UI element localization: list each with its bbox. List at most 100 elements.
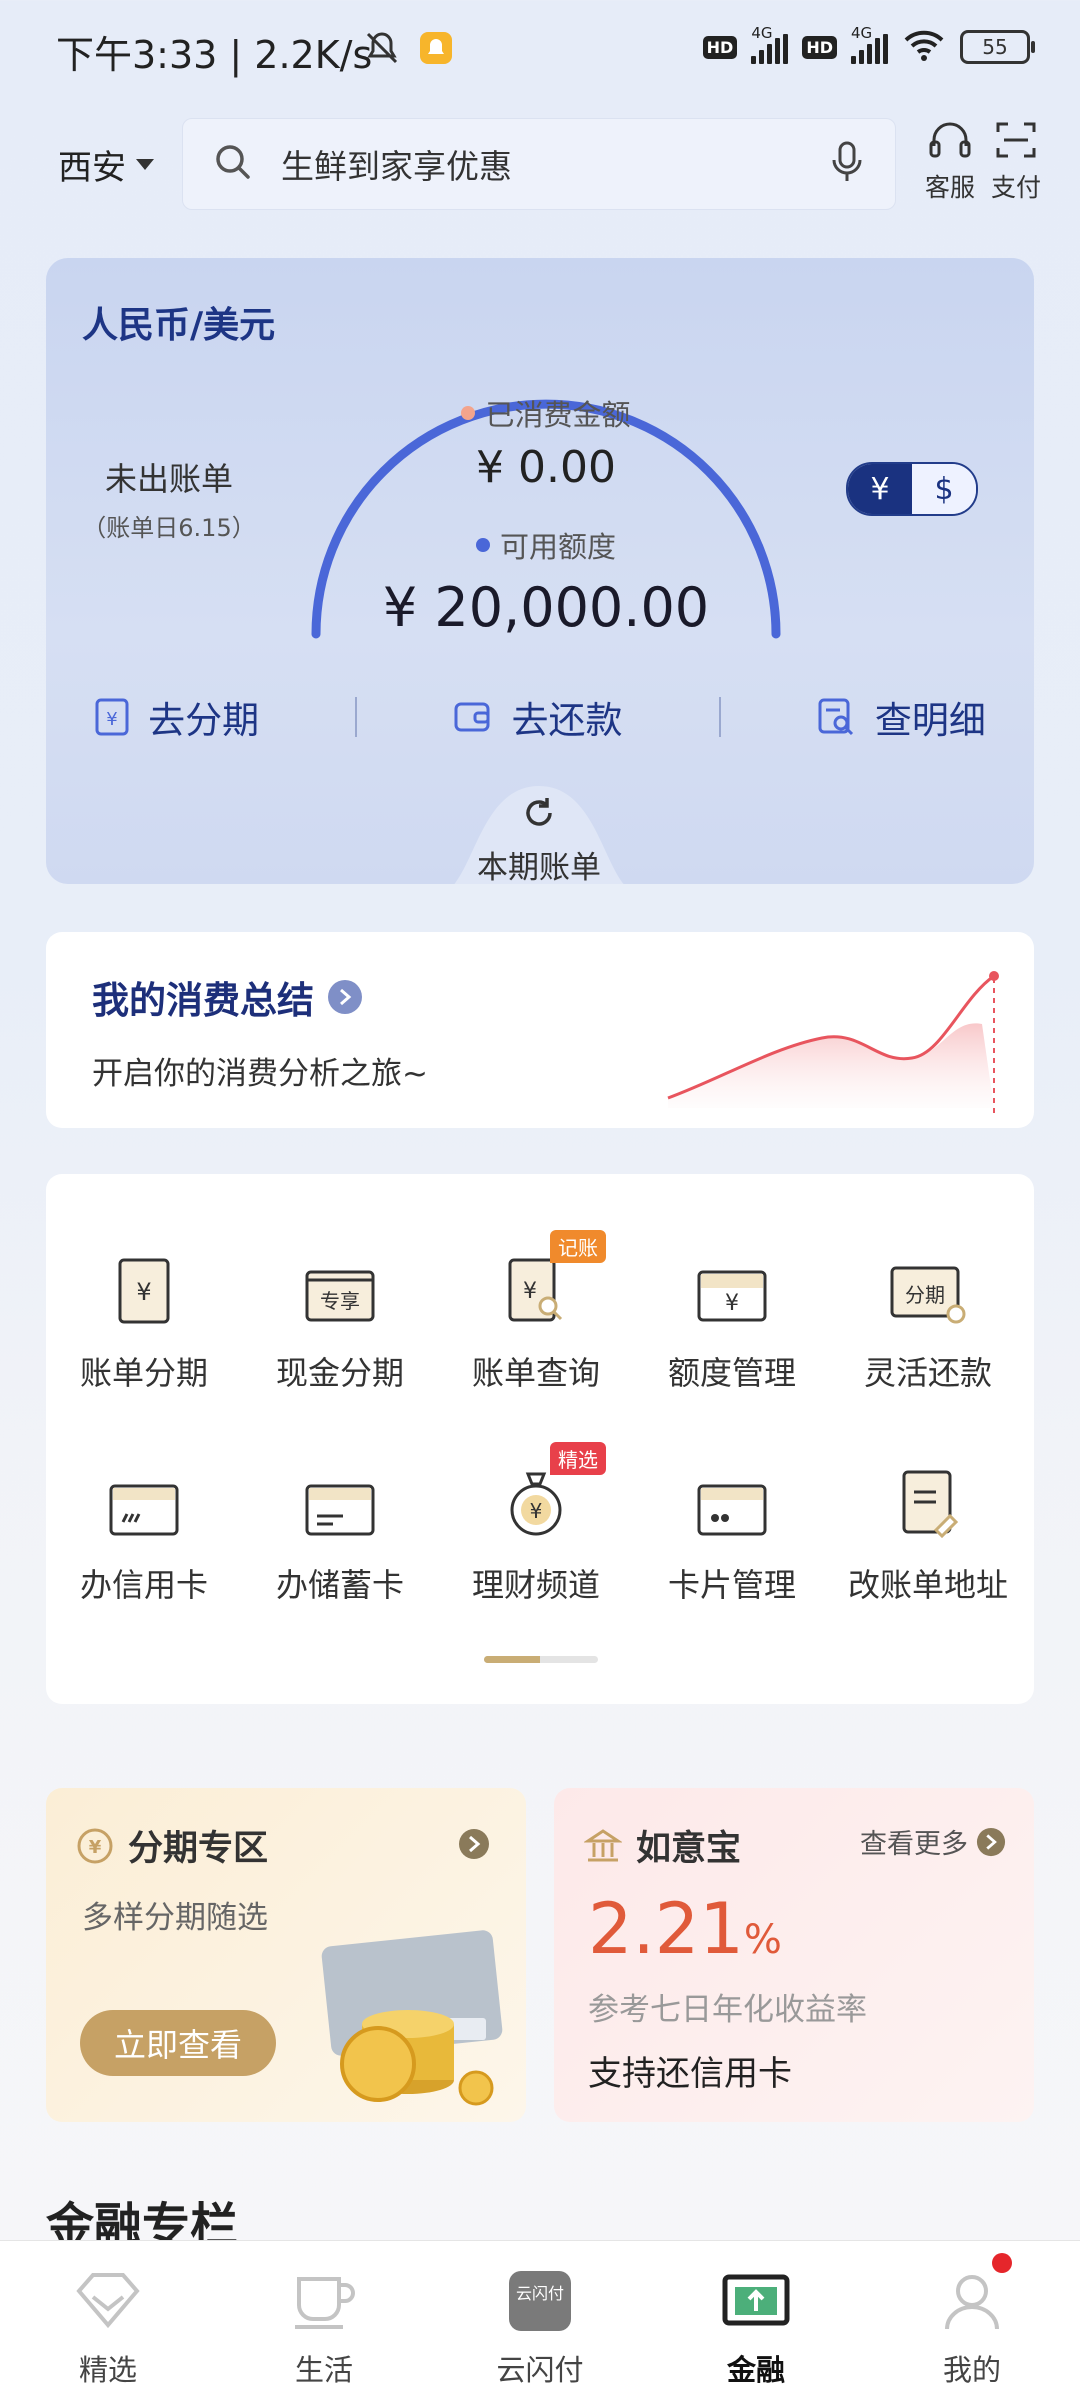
- view-more-link[interactable]: 查看更多: [860, 1822, 1006, 1861]
- view-now-button[interactable]: 立即查看: [80, 2010, 276, 2076]
- repay-action[interactable]: 去还款: [453, 690, 622, 744]
- details-action[interactable]: 查明细: [817, 690, 986, 744]
- grid-label: 额度管理: [667, 1354, 796, 1392]
- available-label: 可用额度: [376, 524, 716, 566]
- scan-pay-icon: [996, 122, 1036, 158]
- nav-featured-label: 精选: [78, 2353, 137, 2387]
- customer-service-button[interactable]: 客服: [914, 118, 986, 204]
- hd-icon: HD: [802, 35, 837, 59]
- grid-label: 办储蓄卡: [275, 1566, 404, 1604]
- credit-card-icon: [46, 1458, 242, 1538]
- status-indicators: HD 4G HD 4G 55: [702, 24, 1035, 66]
- pay-button[interactable]: 支付: [980, 118, 1052, 204]
- repay-action-label: 去还款: [511, 699, 623, 742]
- currency-title: 人民币/美元: [82, 305, 276, 346]
- grid-label: 灵活还款: [863, 1354, 992, 1392]
- grid-item-flexible-repay[interactable]: 分期 灵活还款: [830, 1246, 1026, 1394]
- currency-toggle[interactable]: ¥ $: [846, 462, 978, 516]
- divider: [718, 697, 721, 737]
- installment-action[interactable]: ¥ 去分期: [94, 690, 259, 744]
- spent-dot-icon: [461, 406, 476, 420]
- grid-label: 现金分期: [275, 1354, 404, 1392]
- featured-tag: 精选: [550, 1442, 606, 1475]
- installment-action-label: 去分期: [148, 699, 260, 742]
- nav-life-label: 生活: [294, 2353, 353, 2387]
- unbilled-label: 未出账单: [104, 460, 233, 498]
- grid-label: 账单分期: [79, 1354, 208, 1392]
- yield-description: 参考七日年化收益率: [588, 1992, 867, 2028]
- status-bar: 下午3:33 | 2.2K/s HD 4G HD 4G 55: [0, 0, 1080, 96]
- yield-rate: 2.21%: [588, 1888, 782, 1970]
- hd-icon: HD: [702, 35, 738, 59]
- card-actions: ¥ 去分期 去还款 查明细: [46, 690, 1034, 744]
- grid-item-bill-query[interactable]: ¥ 记账 账单查询: [438, 1230, 634, 1394]
- city-selector[interactable]: 西安: [58, 140, 154, 189]
- summary-title[interactable]: 我的消费总结: [92, 970, 362, 1024]
- signal-icon: 4G: [851, 24, 888, 64]
- grid-item-apply-debit-card[interactable]: 办储蓄卡: [242, 1458, 438, 1606]
- bill-query-icon: ¥ 记账: [438, 1230, 634, 1326]
- installment-zone-subtitle: 多样分期随选: [82, 1900, 268, 1936]
- svg-text:分期: 分期: [905, 1283, 945, 1307]
- nav-mine-label: 我的: [942, 2353, 1001, 2387]
- bill-installment-icon: ¥: [46, 1246, 242, 1326]
- ruyibao-feature: 支持还信用卡: [588, 2054, 792, 2094]
- nav-featured[interactable]: 精选: [0, 2241, 216, 2401]
- nav-mine[interactable]: 我的: [864, 2241, 1080, 2401]
- customer-service-label: 客服: [924, 173, 975, 202]
- spent-amount: ¥ 0.00: [476, 442, 616, 493]
- consumption-summary-card[interactable]: 我的消费总结 开启你的消费分析之旅~: [46, 932, 1034, 1128]
- status-time: 下午3:33 | 2.2K/s: [56, 33, 373, 77]
- search-input[interactable]: 生鲜到家享优惠: [281, 140, 829, 188]
- chevron-right-icon: [976, 1827, 1006, 1856]
- diamond-icon: [76, 2273, 140, 2329]
- chevron-down-icon: [136, 159, 154, 170]
- grid-label: 改账单地址: [847, 1566, 1008, 1604]
- wealth-icon: ¥ 精选: [438, 1442, 634, 1538]
- available-dot-icon: [475, 538, 490, 552]
- chevron-right-icon[interactable]: [458, 1828, 490, 1864]
- svg-text:¥: ¥: [136, 1278, 151, 1306]
- grid-item-bill-installment[interactable]: ¥ 账单分期: [46, 1246, 242, 1394]
- grid-item-change-bill-address[interactable]: 改账单地址: [830, 1458, 1026, 1606]
- limit-icon: ¥: [634, 1246, 830, 1326]
- grid-item-limit-management[interactable]: ¥ 额度管理: [634, 1246, 830, 1394]
- unionpay-logo-icon: 云闪付: [509, 2271, 571, 2331]
- bill-day: （账单日6.15）: [82, 514, 256, 542]
- current-bill-tab[interactable]: 本期账单: [434, 842, 644, 884]
- battery-icon: 55: [960, 30, 1035, 64]
- grid-item-wealth-channel[interactable]: ¥ 精选 理财频道: [438, 1442, 634, 1606]
- credit-card-panel: 人民币/美元 未出账单 （账单日6.15） 已消费金额 ¥ 0.00 可用额度 …: [46, 258, 1034, 884]
- toggle-cny[interactable]: ¥: [848, 464, 912, 514]
- mute-icon: [362, 28, 402, 72]
- flexible-repay-icon: 分期: [830, 1246, 1026, 1326]
- grid-label: 卡片管理: [667, 1566, 796, 1604]
- grid-label: 账单查询: [471, 1354, 600, 1392]
- svg-text:¥: ¥: [725, 1291, 739, 1316]
- user-icon: [945, 2275, 999, 2330]
- grid-item-apply-credit-card[interactable]: 办信用卡: [46, 1458, 242, 1606]
- grid-label: 办信用卡: [79, 1566, 208, 1604]
- nav-finance[interactable]: 金融: [648, 2241, 864, 2401]
- search-bar[interactable]: 生鲜到家享优惠: [182, 118, 896, 210]
- wifi-icon: [902, 28, 946, 66]
- svg-text:专享: 专享: [320, 1289, 360, 1313]
- nav-life[interactable]: 生活: [216, 2241, 432, 2401]
- unbilled-section[interactable]: 未出账单 （账单日6.15）: [46, 454, 292, 543]
- details-action-label: 查明细: [874, 699, 986, 742]
- address-edit-icon: [830, 1458, 1026, 1538]
- cup-icon: [295, 2277, 355, 2329]
- bottom-navigation: 精选 生活 云闪付 云闪付 金融 我的: [0, 2240, 1080, 2401]
- nav-unionpay[interactable]: 云闪付 云闪付: [432, 2241, 648, 2401]
- yen-coin-icon: ¥: [77, 1828, 113, 1863]
- grid-item-card-management[interactable]: 卡片管理: [634, 1458, 830, 1606]
- installment-zone-title: ¥ 分期专区: [76, 1820, 268, 1871]
- headset-icon: [929, 122, 971, 158]
- nav-finance-label: 金融: [726, 2353, 785, 2387]
- installment-zone-card[interactable]: ¥ 分期专区 多样分期随选 立即查看: [46, 1788, 526, 2122]
- microphone-icon[interactable]: [829, 140, 865, 188]
- grid-item-cash-installment[interactable]: 专享 现金分期: [242, 1246, 438, 1394]
- toggle-usd[interactable]: $: [912, 464, 976, 514]
- ruyibao-card[interactable]: 如意宝 查看更多 2.21% 参考七日年化收益率 支持还信用卡: [554, 1788, 1034, 2122]
- section-title: 金融专栏: [46, 2198, 239, 2242]
